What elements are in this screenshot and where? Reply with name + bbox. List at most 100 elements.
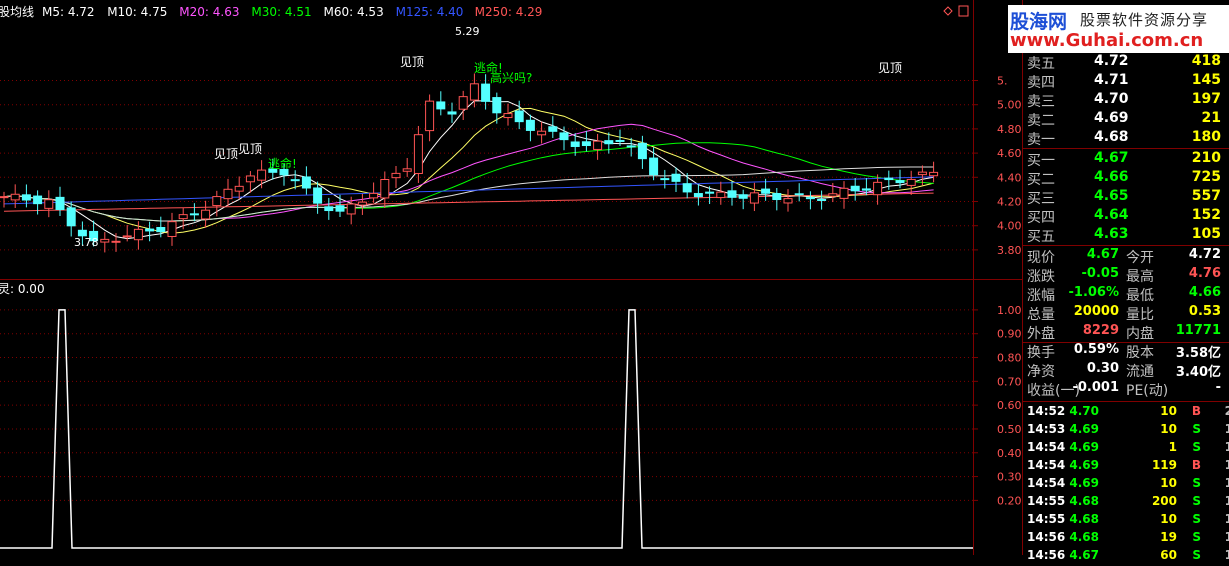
candle-body <box>425 100 435 132</box>
y-tick-label: 0.30 <box>997 471 1022 484</box>
order-price: 4.67 <box>1094 150 1129 166</box>
order-book-row: 卖三 4.70 197 <box>1024 91 1229 110</box>
candle-body <box>850 185 860 192</box>
candle-body <box>33 195 43 205</box>
tick-price: 4.67 <box>1069 548 1099 562</box>
tick-volume: 19 <box>1160 530 1177 544</box>
annotation-label: 见顶 <box>214 147 238 161</box>
tick-side: S <box>1192 440 1201 454</box>
stat-label: 涨跌 <box>1027 269 1055 285</box>
order-level-label: 卖一 <box>1027 132 1055 148</box>
order-volume: 210 <box>1191 150 1221 166</box>
order-volume: 152 <box>1191 207 1221 223</box>
diamond-icon[interactable] <box>943 6 953 16</box>
order-book-row: 卖五 4.72 418 <box>1024 53 1229 72</box>
candle-body <box>548 126 558 132</box>
site-banner: 股海网 股票软件资源分享 www.Guhai.com.cn <box>1008 5 1229 53</box>
order-volume: 180 <box>1191 129 1221 145</box>
tick-side: S <box>1192 494 1201 508</box>
candle-body <box>447 111 457 115</box>
candle-body <box>581 141 591 147</box>
order-price: 4.70 <box>1094 91 1129 107</box>
y-tick-label: 5. <box>997 75 1008 88</box>
tick-count: 1 <box>1224 530 1229 544</box>
order-book-row: 卖二 4.69 21 <box>1024 110 1229 129</box>
order-volume: 557 <box>1191 188 1221 204</box>
candle-body <box>357 201 367 206</box>
order-volume: 145 <box>1191 72 1221 88</box>
panel-separator <box>1023 401 1229 402</box>
y-tick-label: 4.20 <box>997 196 1022 209</box>
candle-body <box>257 169 267 181</box>
tick-volume: 200 <box>1151 494 1177 508</box>
tick-price: 4.69 <box>1069 476 1099 490</box>
order-level-label: 买二 <box>1027 172 1055 188</box>
order-price: 4.71 <box>1094 72 1129 88</box>
candle-body <box>828 193 838 197</box>
annotation-label: 逃命! <box>268 156 297 171</box>
candle-body <box>660 178 670 181</box>
order-level-label: 卖三 <box>1027 94 1055 110</box>
candle-body <box>391 172 401 179</box>
legend-item: M250: 4.29 <box>475 5 543 19</box>
legend-item: M10: 4.75 <box>107 5 167 19</box>
stat-label: 外盘 <box>1027 326 1055 342</box>
candle-body <box>593 140 603 150</box>
candle-body <box>873 181 883 196</box>
candle-body <box>0 196 9 199</box>
tick-volume: 10 <box>1160 404 1177 418</box>
tick-row: 14:54 4.69 10 S 1 <box>1024 476 1229 494</box>
stat-label: 量比 <box>1126 307 1154 323</box>
panel-separator <box>1023 342 1229 343</box>
legend-item: M30: 4.51 <box>251 5 311 19</box>
order-price: 4.68 <box>1094 129 1129 145</box>
chart-annotations: 见顶 见顶逃命!见顶 逃命!高兴吗?见顶5.293.78 <box>74 25 902 249</box>
ma-legend: 股均线 M5: 4.72 M10: 4.75 M20: 4.63 M30: 4.51 M… <box>0 5 542 19</box>
stat-label: 净资 <box>1027 364 1055 380</box>
candle-body <box>783 198 793 204</box>
sub-grid <box>0 309 973 501</box>
order-price: 4.64 <box>1094 207 1129 223</box>
candle-body <box>761 188 771 194</box>
y-tick-label: 0.50 <box>997 423 1022 436</box>
candle-body <box>906 178 916 186</box>
tick-price: 4.68 <box>1069 530 1099 544</box>
order-level-label: 买三 <box>1027 191 1055 207</box>
annotation-label: 见顶 <box>238 142 262 156</box>
order-level-label: 买五 <box>1027 229 1055 245</box>
stat-row: 涨幅 -1.06% 最低 4.66 <box>1024 285 1229 304</box>
candle-body <box>189 213 199 216</box>
order-book-row: 买一 4.67 210 <box>1024 150 1229 169</box>
panel-separator <box>1023 245 1229 246</box>
stat-label: 股本 <box>1126 345 1154 361</box>
tick-side: S <box>1192 512 1201 526</box>
order-volume: 725 <box>1191 169 1221 185</box>
stat-label: 总量 <box>1027 307 1055 323</box>
order-level-label: 买一 <box>1027 153 1055 169</box>
tick-count: 2 <box>1224 404 1229 418</box>
tick-volume: 10 <box>1160 512 1177 526</box>
tick-count: 1 <box>1224 476 1229 490</box>
stat-row: 现价 4.67 今开 4.72 <box>1024 247 1229 266</box>
stat-row: 涨跌 -0.05 最高 4.76 <box>1024 266 1229 285</box>
candle-body <box>66 207 76 227</box>
window-icon[interactable] <box>958 5 969 17</box>
ma-30-line <box>3 142 934 222</box>
stat-row: 净资 0.30 流通 3.40亿 <box>1024 361 1229 380</box>
tick-count: 1 <box>1224 494 1229 508</box>
candle-body <box>559 132 569 141</box>
order-book-row: 买四 4.64 152 <box>1024 207 1229 226</box>
order-volume: 21 <box>1201 110 1221 126</box>
candle-body <box>156 227 166 233</box>
candle-body <box>503 113 513 119</box>
candle-body <box>201 209 211 220</box>
tick-side: B <box>1191 404 1201 418</box>
legend-item: M125: 4.40 <box>396 5 464 19</box>
candle-body <box>637 142 647 160</box>
candle-body <box>682 183 692 193</box>
candle-body <box>705 191 715 194</box>
tick-side: S <box>1192 476 1201 490</box>
order-price: 4.69 <box>1094 110 1129 126</box>
candle-body <box>895 180 905 184</box>
candle-body <box>626 145 636 148</box>
